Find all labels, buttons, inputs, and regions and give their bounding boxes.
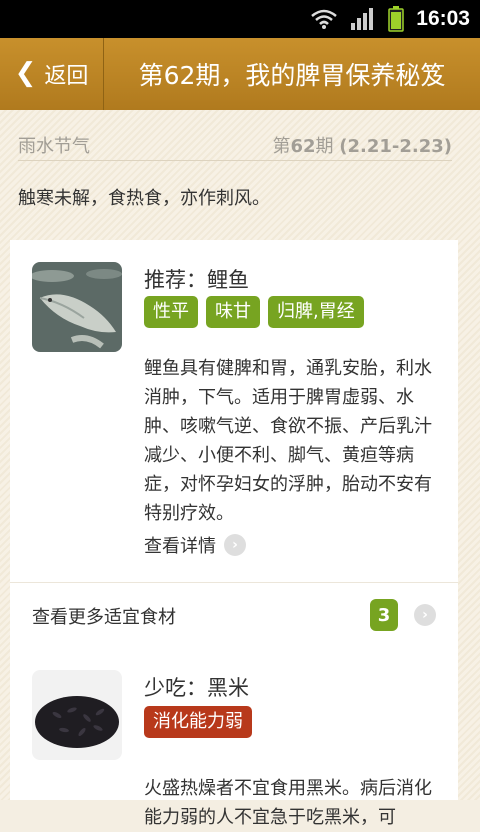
more-foods-count-badge: 3 <box>370 599 398 631</box>
tag: 消化能力弱 <box>144 706 252 738</box>
carp-fish-image <box>32 262 122 352</box>
recommended-food-description: 鲤鱼具有健脾和胃，通乳安胎，利水消肿，下气。适用于脾胃虚弱、水肿、咳嗽气逆、食欲… <box>144 358 432 524</box>
avoid-food-card[interactable]: 少吃：黑米 消化能力弱 火盛热燥者不宜食用黑米。病后消化能力弱的人不宜急于吃黑米… <box>10 648 458 828</box>
view-details-label: 查看详情 <box>144 536 216 557</box>
proverb-text: 触寒未解，食热食，亦作刺风。 <box>18 188 270 209</box>
back-button[interactable]: ❮ 返回 <box>0 38 104 110</box>
issue-header: 雨水节气 第62期 (2.21-2.23) <box>18 130 452 161</box>
clock: 16:03 <box>416 7 470 30</box>
recommended-food-name: 推荐：鲤鱼 <box>144 268 249 292</box>
more-foods-row[interactable]: 查看更多适宜食材 3 › <box>10 582 458 650</box>
issue-suffix: 期 <box>315 136 334 157</box>
issue-prefix: 第 <box>272 136 291 157</box>
back-button-label: 返回 <box>44 64 89 89</box>
avoid-food-description: 火盛热燥者不宜食用黑米。病后消化能力弱的人不宜急于吃黑米，可 <box>144 778 432 828</box>
chevron-right-icon: › <box>224 534 246 556</box>
avoid-food-name: 少吃：黑米 <box>144 676 249 700</box>
issue-number: 62 <box>290 136 316 157</box>
tag: 味甘 <box>206 296 260 328</box>
avoid-food-tags: 消化能力弱 <box>144 706 252 738</box>
page-title: 第62期，我的脾胃保养秘笈 <box>138 61 446 90</box>
issue-info: 第62期 (2.21-2.23) <box>272 132 452 158</box>
status-icons: 16:03 <box>310 4 470 34</box>
recommended-food-tags: 性平 味甘 归脾,胃经 <box>144 296 364 328</box>
status-bar: 16:03 <box>0 0 480 38</box>
content-area[interactable]: 雨水节气 第62期 (2.21-2.23) 触寒未解，食热食，亦作刺风。 推荐：… <box>0 110 480 828</box>
solar-term: 雨水节气 <box>18 136 90 157</box>
signal-icon <box>350 7 376 31</box>
tag: 归脾,胃经 <box>268 296 364 328</box>
view-details-link[interactable]: 查看详情 › <box>144 532 246 558</box>
battery-icon <box>388 6 405 32</box>
black-rice-image <box>32 670 122 760</box>
wifi-icon <box>310 8 338 30</box>
title-bar: ❮ 返回 第62期，我的脾胃保养秘笈 <box>0 38 480 112</box>
issue-date-range: (2.21-2.23) <box>339 136 452 157</box>
recommended-food-card[interactable]: 推荐：鲤鱼 性平 味甘 归脾,胃经 鲤鱼具有健脾和胃，通乳安胎，利水消肿，下气。… <box>10 240 458 582</box>
chevron-right-icon: › <box>414 604 436 626</box>
chevron-left-icon: ❮ <box>14 58 37 88</box>
more-foods-label: 查看更多适宜食材 <box>32 607 176 628</box>
tag: 性平 <box>144 296 198 328</box>
